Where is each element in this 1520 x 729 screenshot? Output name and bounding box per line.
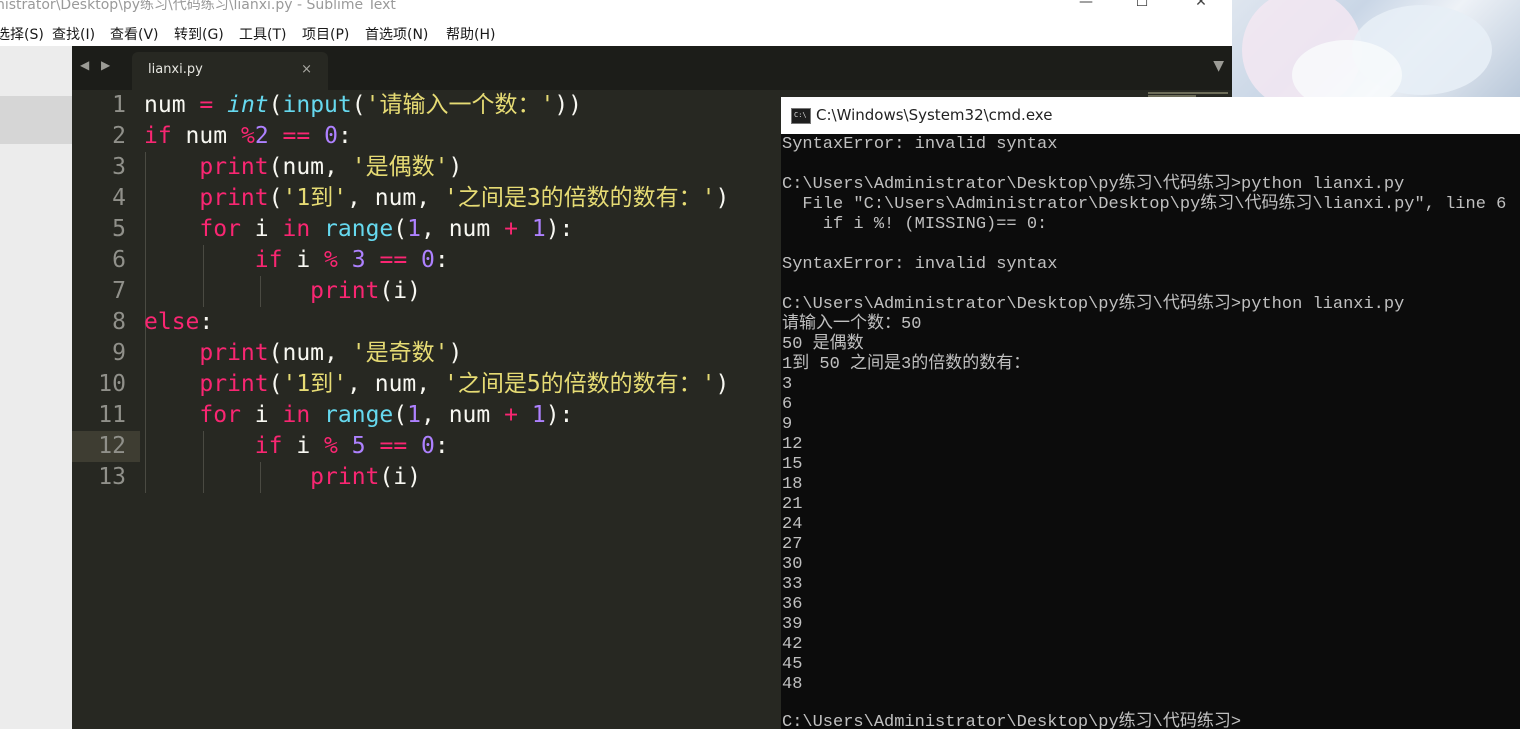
menu-find[interactable]: 查找(I) [52,24,95,44]
console-line: 12 [782,435,803,454]
console-line: SyntaxError: invalid syntax [782,135,1058,154]
console-prompt[interactable]: C:\Users\Administrator\Desktop\py练习\代码练习… [782,713,1241,729]
console-line: 48 [782,675,803,694]
console-line: SyntaxError: invalid syntax [782,255,1058,274]
console-line: C:\Users\Administrator\Desktop\py练习\代码练习… [782,175,1405,194]
code-line-3: print(num, '是偶数') [199,154,463,180]
code-line-11: for i in range(1, num + 1): [199,402,574,428]
title-bar: nistrator\Desktop\py练习\代码练习\lianxi.py - … [0,0,1232,18]
tab-label: lianxi.py [148,62,203,77]
tab-close-icon[interactable]: × [301,62,312,77]
code-line-13: print(i) [310,464,421,490]
line-number: 2 [112,123,126,149]
menu-preferences[interactable]: 首选项(N) [365,24,428,44]
console-line: 50 是偶数 [782,335,864,354]
maximize-icon[interactable]: ☐ [1122,0,1162,12]
tab-bar: ◀ ▶ lianxi.py × ▼ [72,46,1232,90]
console-line: 45 [782,655,803,674]
console-line: 9 [782,415,793,434]
console-line: 6 [782,395,793,414]
line-number: 5 [112,216,126,242]
line-number: 3 [112,154,126,180]
desktop-wallpaper [1232,0,1520,100]
menu-project[interactable]: 项目(P) [302,24,349,44]
cmd-window[interactable]: C:\ C:\Windows\System32\cmd.exe SyntaxEr… [781,97,1520,729]
line-number: 6 [112,247,126,273]
console-line: 30 [782,555,803,574]
console-line: 24 [782,515,803,534]
code-line-1: num = int(input('请输入一个数：')) [144,92,583,118]
code-line-2: if num %2 == 0: [144,123,352,149]
sidebar-area [0,46,72,729]
code-line-6: if i % 3 == 0: [254,247,449,273]
menu-tools[interactable]: 工具(T) [239,24,286,44]
line-number: 11 [98,402,126,428]
console-line: 18 [782,475,803,494]
line-number: 13 [98,464,126,490]
console-line: 33 [782,575,803,594]
console-line: 39 [782,615,803,634]
line-number: 1 [112,92,126,118]
line-number: 8 [112,309,126,335]
cmd-console-output[interactable]: SyntaxError: invalid syntax C:\Users\Adm… [782,135,1520,729]
menu-view[interactable]: 查看(V) [110,24,159,44]
code-line-5: for i in range(1, num + 1): [199,216,574,242]
console-line: 42 [782,635,803,654]
console-line: if i %! (MISSING)== 0: [782,215,1048,234]
line-number-gutter: 1 2 3 4 5 6 7 8 9 10 11 12 13 [72,90,140,729]
cmd-icon: C:\ [791,108,811,124]
line-number: 12 [98,433,126,459]
console-line: 36 [782,595,803,614]
line-number: 10 [98,371,126,397]
line-number: 4 [112,185,126,211]
close-icon[interactable]: ✕ [1181,0,1221,12]
menu-help[interactable]: 帮助(H) [446,24,495,44]
console-line: 1到 50 之间是3的倍数的数有： [782,355,1031,374]
code-line-12: if i % 5 == 0: [254,433,449,459]
console-line: C:\Users\Administrator\Desktop\py练习\代码练习… [782,295,1405,314]
menu-bar: 选择(S) 查找(I) 查看(V) 转到(G) 工具(T) 项目(P) 首选项(… [0,20,1232,46]
code-line-4: print('1到', num, '之间是3的倍数的数有：') [199,185,730,211]
line-number: 9 [112,340,126,366]
console-line: File "C:\Users\Administrator\Desktop\py练… [782,195,1507,214]
code-line-7: print(i) [310,278,421,304]
console-line: 请输入一个数：50 [782,315,922,334]
code-line-10: print('1到', num, '之间是5的倍数的数有：') [199,371,730,397]
line-number: 7 [112,278,126,304]
console-line: 21 [782,495,803,514]
tab-lianxi[interactable]: lianxi.py × [132,52,328,90]
menu-goto[interactable]: 转到(G) [174,24,224,44]
menu-selection[interactable]: 选择(S) [0,24,44,44]
cmd-window-title: C:\Windows\System32\cmd.exe [816,106,1053,124]
window-title: nistrator\Desktop\py练习\代码练习\lianxi.py - … [0,0,396,13]
console-line: 27 [782,535,803,554]
cmd-title-bar[interactable]: C:\ C:\Windows\System32\cmd.exe [781,97,1520,134]
minimize-icon[interactable]: — [1066,0,1106,12]
tab-nav-arrows-icon[interactable]: ◀ ▶ [80,58,114,72]
console-line: 3 [782,375,793,394]
tab-dropdown-icon[interactable]: ▼ [1213,58,1224,74]
console-line: 15 [782,455,803,474]
code-line-8: else: [144,309,214,335]
code-line-9: print(num, '是奇数') [199,340,463,366]
